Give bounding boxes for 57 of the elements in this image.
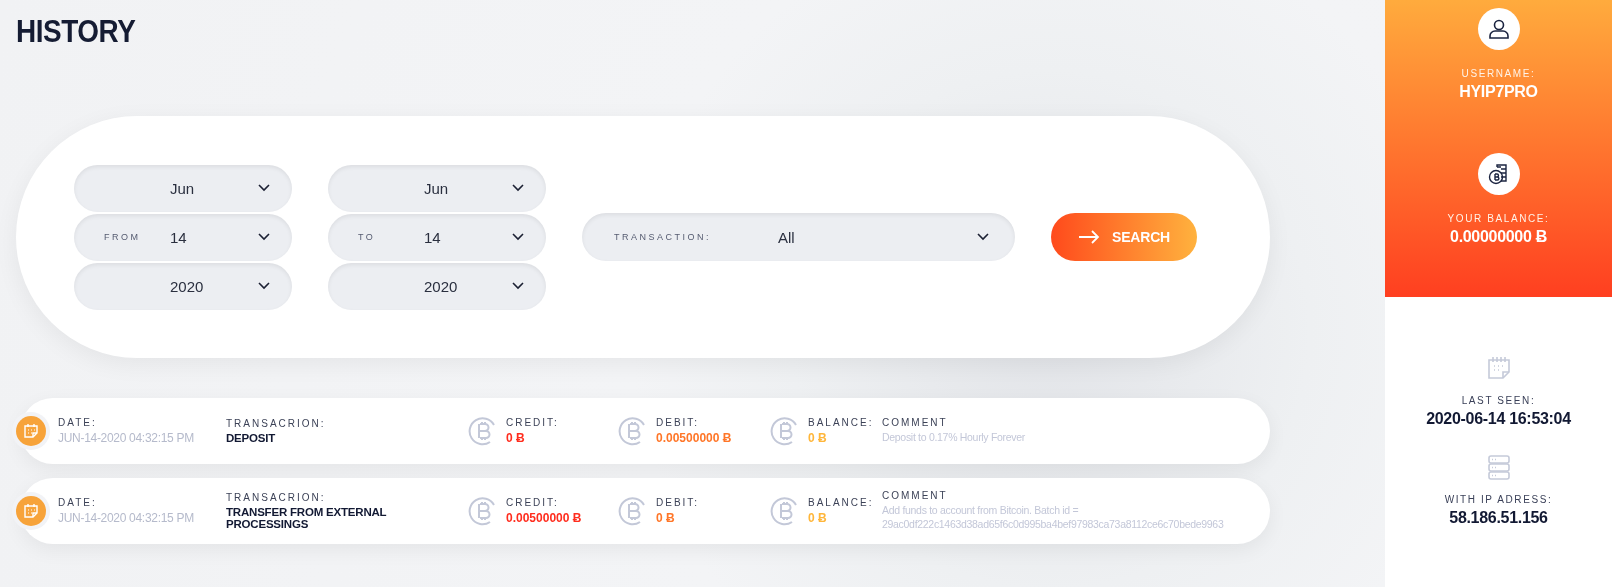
chevron-down-icon xyxy=(258,184,270,192)
dropdown[interactable]: Jun xyxy=(74,164,292,212)
field-label: CREDIT: xyxy=(506,497,560,508)
chevron-down-icon xyxy=(512,184,524,192)
arrow-right-icon xyxy=(1078,230,1101,244)
dropdown[interactable]: 2020 xyxy=(328,262,546,310)
chevron-down-icon xyxy=(512,282,524,290)
transaction-dropdown[interactable]: TRANSACTION: All xyxy=(582,213,1015,261)
ip-value: 58.186.51.156 xyxy=(1449,509,1548,527)
amount-value: 0.00500000 Ƀ xyxy=(656,431,732,445)
chevron-down-icon xyxy=(977,233,989,241)
balance-value: 0.00000000 Ƀ xyxy=(1450,228,1547,246)
last-seen-label: LAST SEEN: xyxy=(1461,395,1536,406)
amount-value: 0 Ƀ xyxy=(506,431,526,445)
bitcoin-icon xyxy=(618,416,648,446)
username-value: HYIP7PRO xyxy=(1459,83,1538,101)
field-label: DEBIT: xyxy=(656,497,700,508)
balance-label: YOUR BALANCE: xyxy=(1447,213,1550,224)
dropdown[interactable]: TO 14 xyxy=(328,213,546,261)
field-label: DEBIT: xyxy=(656,417,701,428)
amount-value: 0 Ƀ xyxy=(808,431,828,445)
date-value: JUN-14-2020 04:32:15 PM xyxy=(58,431,194,445)
dropdown[interactable]: FROM 14 xyxy=(74,213,292,261)
chevron-down-icon xyxy=(512,233,524,241)
calendar-icon xyxy=(23,503,39,519)
dropdown[interactable]: 2020 xyxy=(74,262,292,310)
chevron-down-icon xyxy=(258,233,270,241)
amount-value: 0 Ƀ xyxy=(808,511,828,525)
amount-value: 0 Ƀ xyxy=(656,511,676,525)
field-label: CREDIT: xyxy=(506,417,559,428)
bitcoin-icon xyxy=(770,496,800,526)
field-label: DATE: xyxy=(58,417,98,428)
user-icon xyxy=(1487,18,1510,40)
field-label: TRANSACRION: xyxy=(226,418,327,429)
bitcoin-icon xyxy=(618,496,648,526)
field-label: COMMENT xyxy=(882,417,949,429)
field-label: BALANCE: xyxy=(808,417,874,428)
bitcoin-icon xyxy=(770,416,800,446)
amount-value: 0.00500000 Ƀ xyxy=(506,511,582,525)
field-label: BALANCE: xyxy=(808,497,874,508)
bitcoin-icon xyxy=(468,416,498,446)
calendar-icon xyxy=(1485,355,1512,381)
page-title: HISTORY xyxy=(16,14,136,50)
calendar-icon xyxy=(23,423,39,439)
field-label: COMMENT xyxy=(882,490,949,502)
ip-label: WITH IP ADRESS: xyxy=(1444,494,1553,505)
username-label: USERNAME: xyxy=(1461,68,1536,79)
date-value: JUN-14-2020 04:32:15 PM xyxy=(58,511,194,525)
field-label: DATE: xyxy=(58,497,98,508)
last-seen-value: 2020-06-14 16:53:04 xyxy=(1426,410,1571,428)
bitcoin-icon xyxy=(468,496,498,526)
chevron-down-icon xyxy=(258,282,270,290)
server-icon xyxy=(1485,454,1512,480)
transaction-type: DEPOSIT xyxy=(226,432,277,444)
field-label: TRANSACRION: xyxy=(226,492,327,503)
dropdown[interactable]: Jun xyxy=(328,164,546,212)
transaction-type: TRANSFER FROM EXTERNAL PROCESSINGS xyxy=(226,506,388,530)
